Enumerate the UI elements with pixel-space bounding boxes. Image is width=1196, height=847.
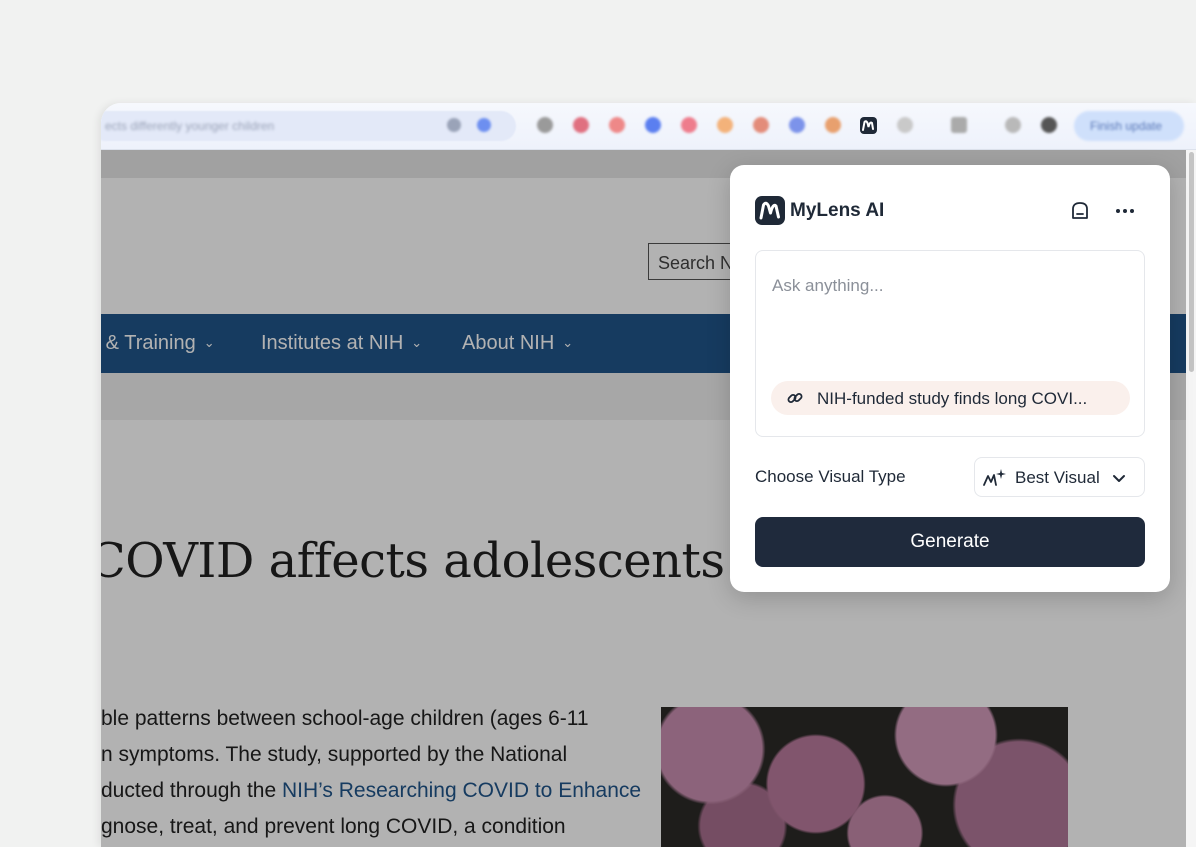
extension-icon[interactable] [537, 117, 553, 133]
address-text: ects differently younger children [105, 119, 275, 133]
chevron-down-icon [1111, 470, 1127, 486]
visual-type-dropdown[interactable]: Best Visual [974, 457, 1145, 497]
mylens-panel: MyLens AI Ask anything... NIH-funded stu… [730, 165, 1170, 592]
extension-icon[interactable] [681, 117, 697, 133]
prompt-input[interactable]: Ask anything... NIH-funded study finds l… [755, 250, 1145, 437]
avatar[interactable] [1041, 117, 1057, 133]
address-bar[interactable]: ects differently younger children [101, 111, 516, 141]
prompt-placeholder: Ask anything... [772, 276, 884, 295]
extension-icon[interactable] [645, 117, 661, 133]
zoom-icon[interactable] [447, 118, 461, 132]
extension-icon[interactable] [951, 117, 967, 133]
context-chip-label: NIH-funded study finds long COVI... [817, 389, 1088, 408]
finish-update-button[interactable]: Finish update [1074, 111, 1184, 141]
extension-icon[interactable] [825, 117, 841, 133]
extension-icon[interactable] [753, 117, 769, 133]
generate-button[interactable]: Generate [755, 517, 1145, 567]
extension-icon[interactable] [609, 117, 625, 133]
extension-icon[interactable] [789, 117, 805, 133]
more-icon[interactable] [1113, 200, 1137, 222]
extension-icon[interactable] [717, 117, 733, 133]
visual-type-value: Best Visual [1015, 468, 1100, 487]
extension-icon[interactable] [573, 117, 589, 133]
scrollbar[interactable] [1186, 150, 1196, 847]
brand-name: MyLens AI [790, 200, 885, 221]
extension-icon[interactable] [897, 117, 913, 133]
visual-type-label: Choose Visual Type [755, 467, 906, 486]
link-icon [785, 388, 805, 408]
sparkle-chart-icon [982, 466, 1008, 490]
context-chip[interactable]: NIH-funded study finds long COVI... [771, 381, 1130, 415]
browser-toolbar: ects differently younger children Finish… [101, 103, 1196, 150]
profile-icon[interactable] [477, 118, 491, 132]
mylens-extension-icon[interactable] [860, 117, 877, 134]
mylens-logo-icon [755, 196, 785, 225]
panel-icon[interactable] [1069, 200, 1091, 222]
extension-icon[interactable] [1005, 117, 1021, 133]
scrollbar-thumb[interactable] [1189, 152, 1194, 372]
